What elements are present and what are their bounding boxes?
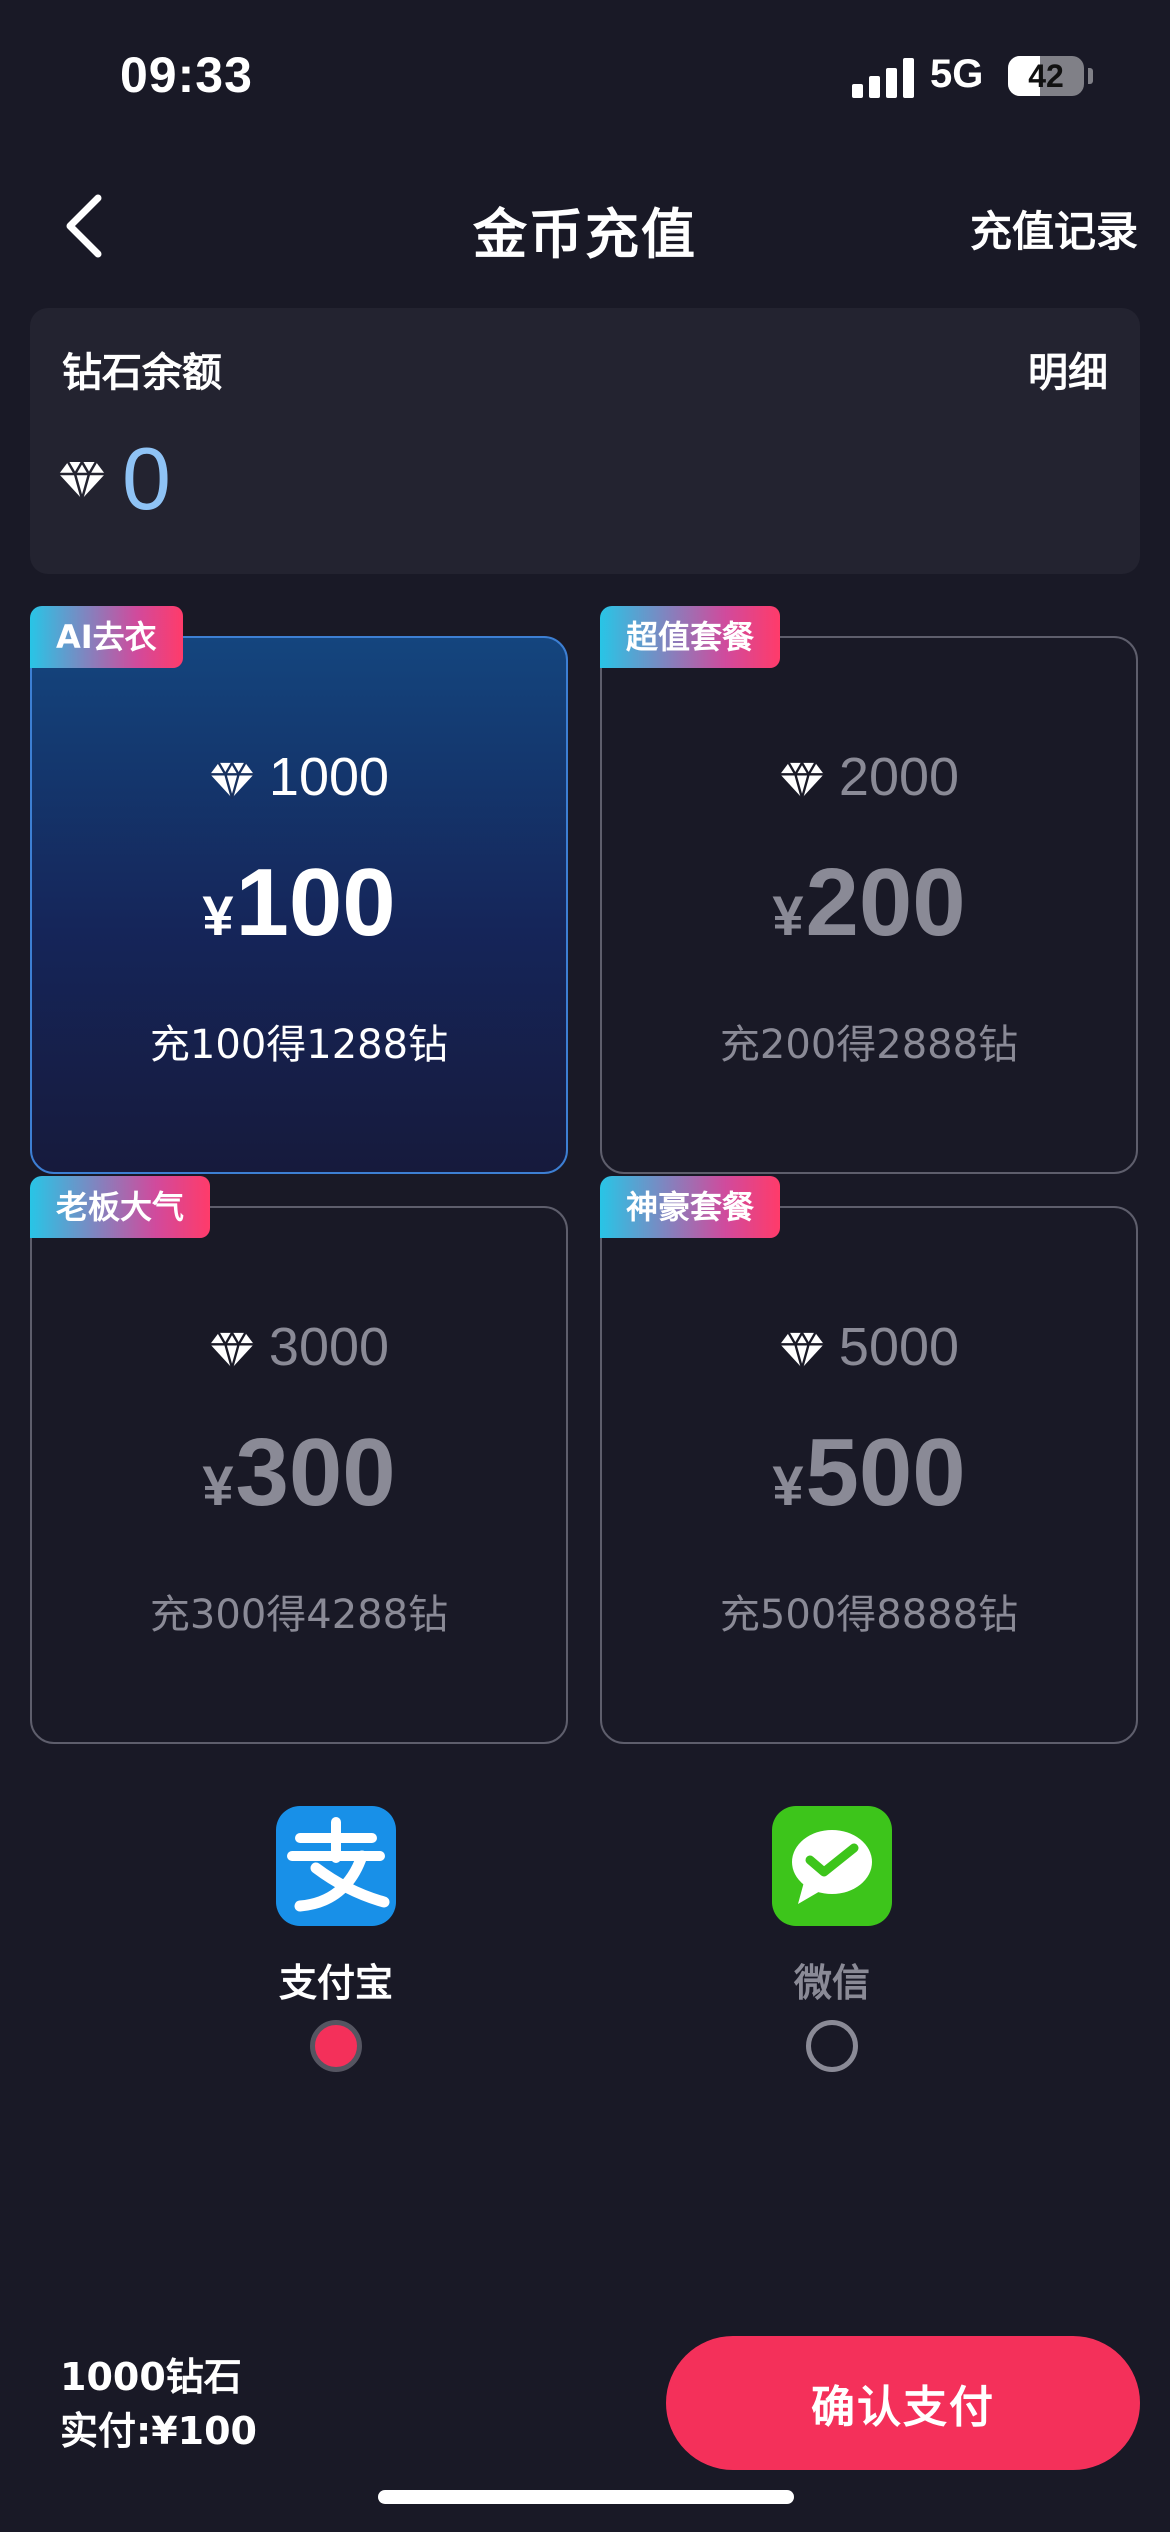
package-bonus: 充300得4288钻 bbox=[149, 1592, 449, 1638]
payment-label: 微信 bbox=[793, 1961, 870, 2005]
diamond-icon bbox=[210, 760, 254, 803]
alipay-icon bbox=[276, 1806, 396, 1926]
radio-selected[interactable] bbox=[310, 2020, 362, 2072]
currency-symbol: ¥ bbox=[202, 1454, 234, 1517]
battery-tip bbox=[1088, 68, 1093, 84]
package-price: ¥300 bbox=[32, 1418, 566, 1528]
package-bonus: 充200得2888钻 bbox=[719, 1022, 1019, 1068]
battery-icon: 42 bbox=[1008, 56, 1084, 96]
package-gems: 2000 bbox=[602, 746, 1136, 808]
package-gem-count: 1000 bbox=[268, 747, 390, 807]
balance-value: 0 bbox=[122, 429, 171, 528]
wechat-glyph bbox=[792, 1830, 872, 1904]
diamond-icon bbox=[210, 1330, 254, 1373]
recharge-history-link[interactable]: 充值记录 bbox=[970, 198, 1138, 259]
currency-symbol: ¥ bbox=[772, 1454, 804, 1517]
currency-symbol: ¥ bbox=[772, 884, 804, 947]
page-title: 金币充值 bbox=[473, 203, 697, 266]
package-gems: 3000 bbox=[32, 1316, 566, 1378]
package-price: ¥100 bbox=[32, 848, 566, 958]
package-bonus: 充100得1288钻 bbox=[149, 1022, 449, 1068]
balance-card: 钻石余额 明细 0 bbox=[30, 308, 1140, 574]
home-indicator bbox=[378, 2490, 794, 2504]
order-gems: 1000钻石 bbox=[60, 2355, 242, 2399]
diamond-icon bbox=[780, 1330, 824, 1373]
radio-unselected[interactable] bbox=[806, 2020, 858, 2072]
package-card[interactable]: 神豪套餐 5000 ¥500 充500得8888钻 bbox=[600, 1176, 1138, 1744]
balance-label: 钻石余额 bbox=[62, 350, 222, 396]
chevron-left-icon bbox=[66, 194, 102, 258]
alipay-glyph bbox=[287, 1817, 390, 1912]
package-tag: 神豪套餐 bbox=[600, 1176, 781, 1238]
back-button[interactable] bbox=[56, 190, 116, 262]
wechat-pay-icon bbox=[772, 1806, 892, 1926]
package-gem-count: 3000 bbox=[268, 1317, 390, 1377]
payment-label: 支付宝 bbox=[278, 1961, 393, 2005]
package-gems: 1000 bbox=[32, 746, 566, 808]
battery-level: 42 bbox=[1028, 58, 1064, 94]
diamond-icon bbox=[780, 760, 824, 803]
package-tag: 老板大气 bbox=[30, 1176, 211, 1238]
package-gems: 5000 bbox=[602, 1316, 1136, 1378]
package-card[interactable]: AI去衣 1000 ¥100 充100得1288钻 bbox=[30, 606, 568, 1174]
package-price-value: 500 bbox=[805, 1419, 966, 1526]
package-gem-count: 2000 bbox=[838, 747, 960, 807]
status-time: 09:33 bbox=[120, 47, 253, 103]
package-card[interactable]: 老板大气 3000 ¥300 充300得4288钻 bbox=[30, 1176, 568, 1744]
package-bonus: 充500得8888钻 bbox=[719, 1592, 1019, 1638]
package-card[interactable]: 超值套餐 2000 ¥200 充200得2888钻 bbox=[600, 606, 1138, 1174]
currency-symbol: ¥ bbox=[202, 884, 234, 947]
package-tag: AI去衣 bbox=[30, 606, 183, 668]
package-tag: 超值套餐 bbox=[600, 606, 781, 668]
detail-link[interactable]: 明细 bbox=[1028, 340, 1108, 398]
package-price-value: 100 bbox=[235, 849, 396, 956]
package-gem-count: 5000 bbox=[838, 1317, 960, 1377]
confirm-payment-button[interactable]: 确认支付 bbox=[666, 2336, 1140, 2470]
package-price-value: 300 bbox=[235, 1419, 396, 1526]
package-price: ¥500 bbox=[602, 1418, 1136, 1528]
package-price: ¥200 bbox=[602, 848, 1136, 958]
payment-option-wechat[interactable]: 微信 bbox=[702, 1806, 962, 2106]
diamond-icon bbox=[59, 460, 105, 500]
network-type: 5G bbox=[930, 52, 984, 96]
cellular-signal-icon bbox=[852, 58, 914, 98]
order-paid: 实付:¥100 bbox=[60, 2409, 257, 2453]
package-price-value: 200 bbox=[805, 849, 966, 956]
payment-option-alipay[interactable]: 支付宝 bbox=[206, 1806, 466, 2106]
